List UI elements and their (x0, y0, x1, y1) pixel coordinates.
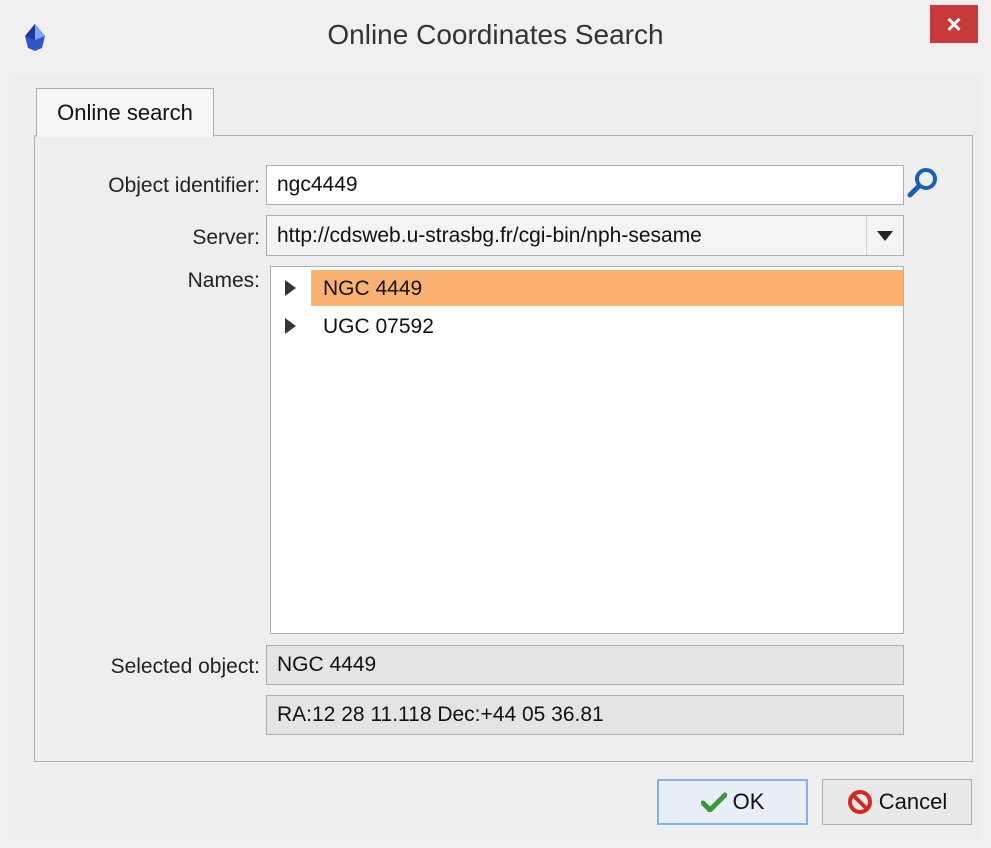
ok-button[interactable]: OK (657, 779, 808, 825)
close-icon: × (946, 8, 962, 39)
expander-icon[interactable] (285, 280, 296, 296)
selected-object-label: Selected object: (110, 655, 260, 678)
server-dropdown-button[interactable] (866, 216, 903, 255)
window-title: Online Coordinates Search (327, 19, 664, 50)
names-label: Names: (187, 269, 260, 292)
tree-item-ugc-07592[interactable]: UGC 07592 (271, 308, 903, 344)
tab-label: Online search (57, 100, 193, 125)
dialog-window: Online Coordinates Search × Online searc… (0, 0, 991, 848)
expander-icon[interactable] (285, 318, 296, 334)
object-identifier-value: ngc4449 (277, 173, 358, 196)
names-tree[interactable]: NGC 4449 UGC 07592 (270, 266, 904, 634)
tree-item-label: UGC 07592 (323, 315, 434, 338)
server-select[interactable]: http://cdsweb.u-strasbg.fr/cgi-bin/nph-s… (266, 215, 904, 256)
close-button[interactable]: × (930, 5, 978, 43)
cancel-button[interactable]: Cancel (822, 779, 972, 825)
coordinates-value: RA:12 28 11.118 Dec:+44 05 36.81 (277, 703, 604, 726)
cancel-icon (847, 790, 872, 814)
cancel-label: Cancel (878, 789, 948, 814)
object-identifier-input[interactable]: ngc4449 (266, 165, 904, 205)
chevron-down-icon (877, 230, 893, 241)
checkmark-icon (700, 792, 727, 812)
tree-item-ngc-4449[interactable]: NGC 4449 (271, 270, 903, 306)
selected-object-value: NGC 4449 (277, 653, 377, 676)
server-value: http://cdsweb.u-strasbg.fr/cgi-bin/nph-s… (277, 224, 702, 247)
title-bar: Online Coordinates Search × (0, 0, 991, 75)
tab-online-search[interactable]: Online search (36, 88, 214, 137)
ok-label: OK (732, 789, 765, 814)
selected-object-field: NGC 4449 (266, 645, 904, 685)
object-identifier-label: Object identifier: (108, 174, 260, 197)
tree-item-label: NGC 4449 (323, 277, 423, 300)
server-label: Server: (192, 226, 260, 249)
search-icon[interactable] (906, 166, 940, 200)
coordinates-field: RA:12 28 11.118 Dec:+44 05 36.81 (266, 695, 904, 735)
